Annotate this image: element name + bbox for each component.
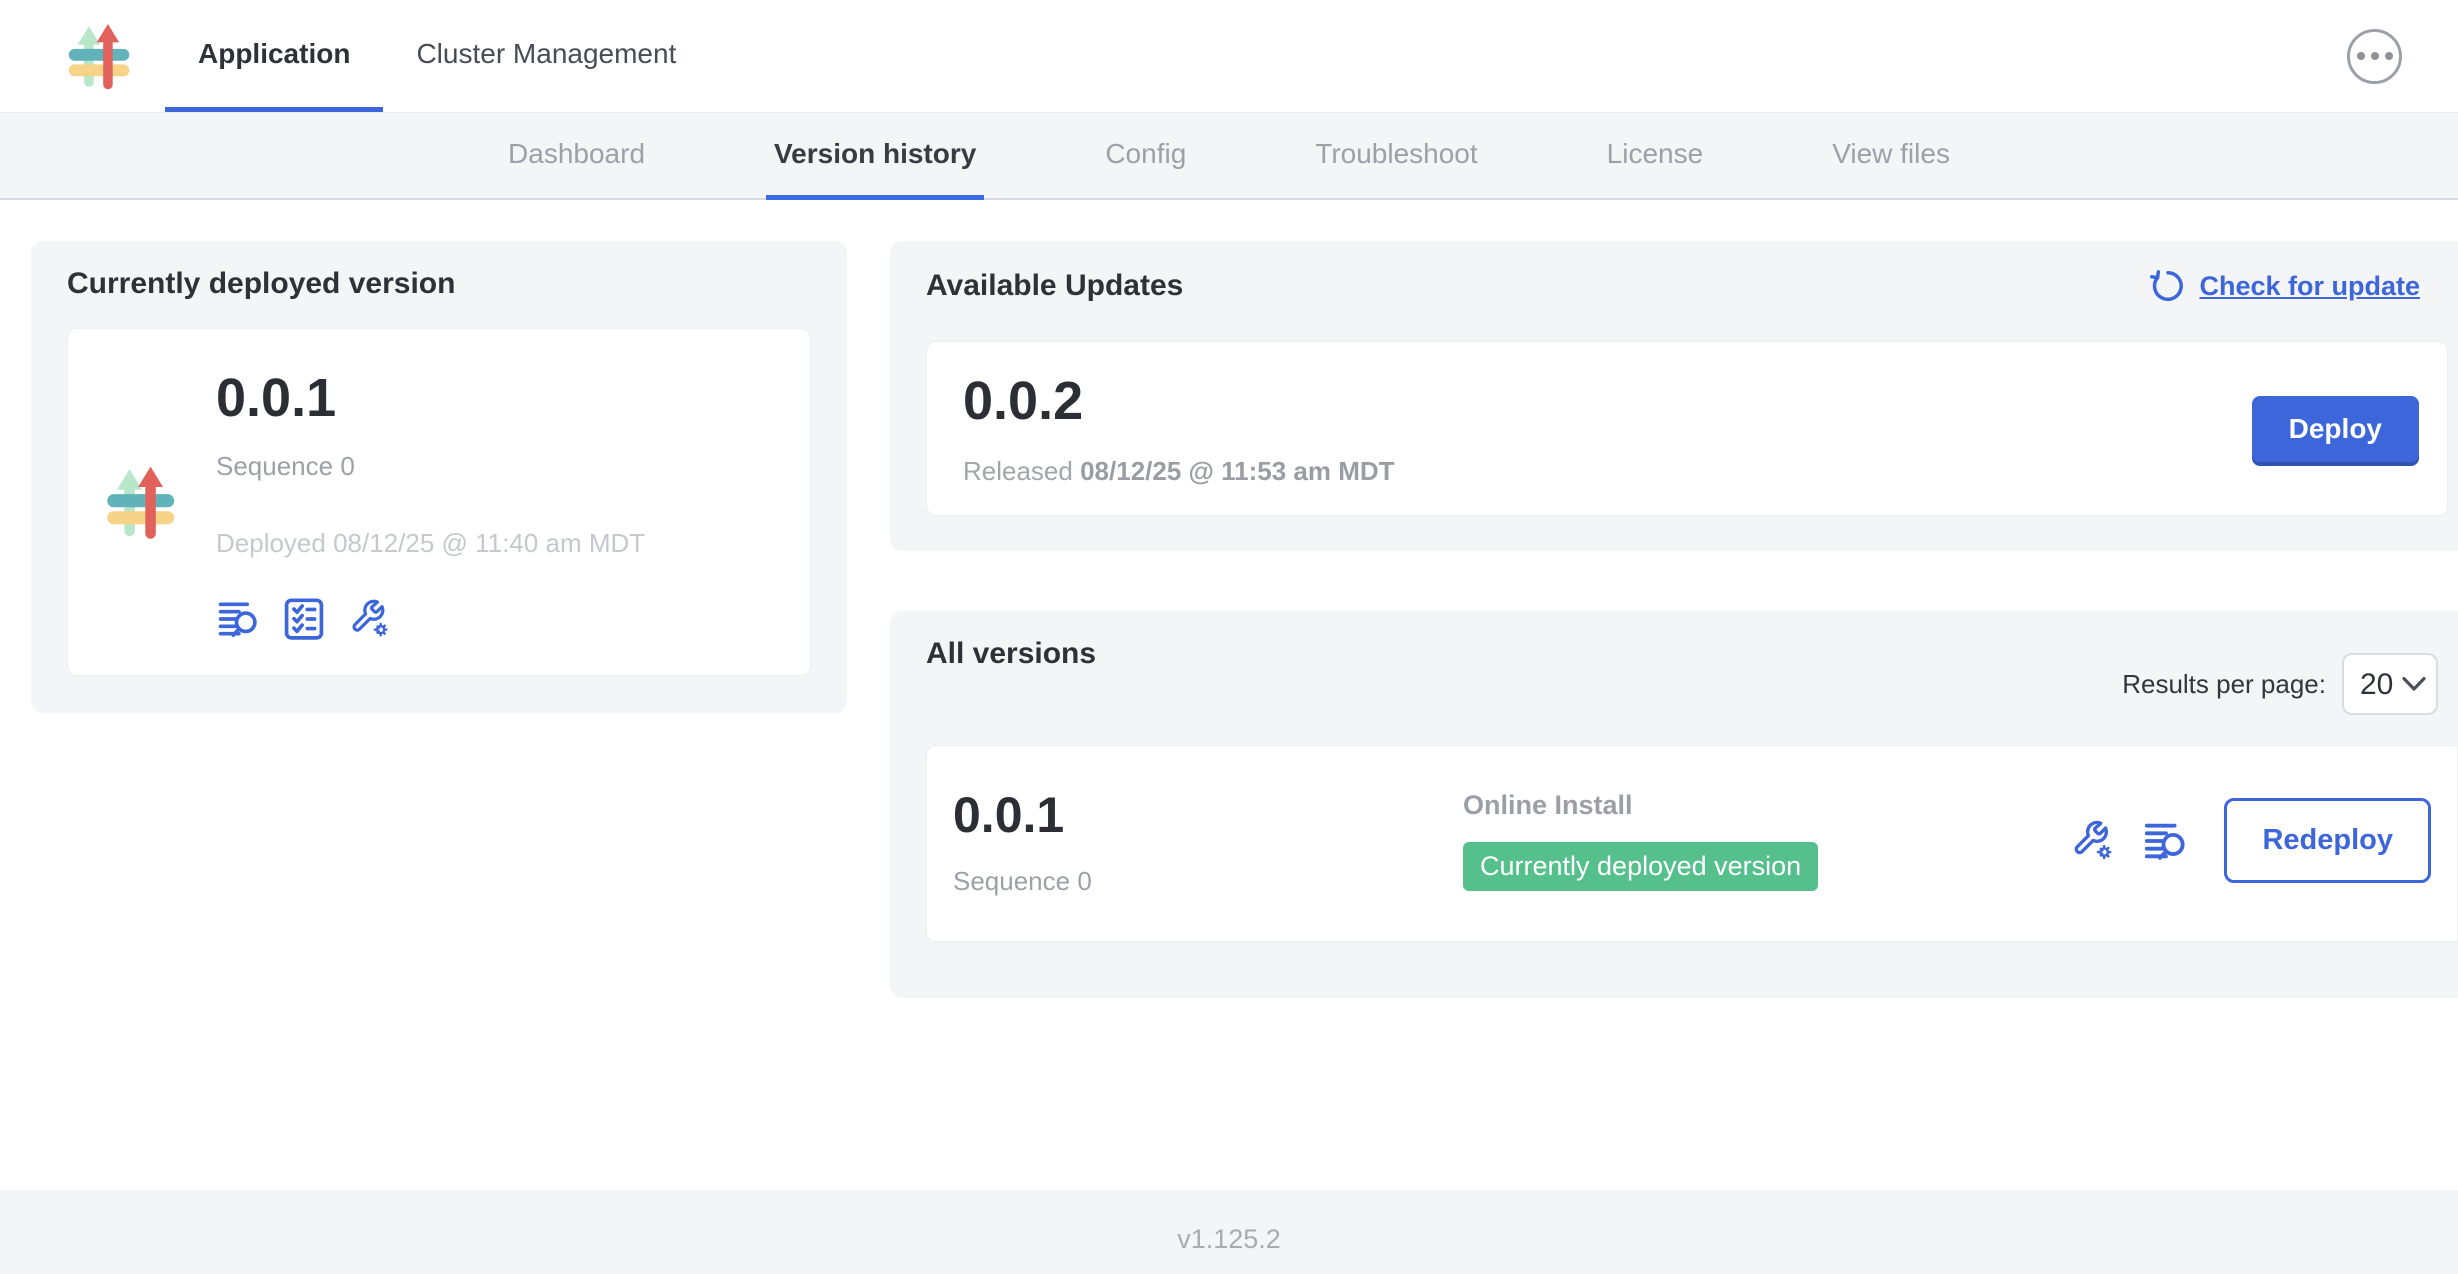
app-logo-icon bbox=[102, 363, 186, 641]
tab-version-history[interactable]: Version history bbox=[766, 113, 984, 200]
version-row-info: 0.0.1 Sequence 0 bbox=[953, 790, 1463, 897]
deploy-button[interactable]: Deploy bbox=[2252, 396, 2419, 462]
results-per-page-label: Results per page: bbox=[2122, 669, 2326, 700]
preflight-checks-icon[interactable] bbox=[282, 597, 326, 641]
check-for-update-label: Check for update bbox=[2199, 271, 2420, 302]
version-row-actions: Redeploy bbox=[2070, 798, 2431, 883]
version-row: 0.0.1 Sequence 0 Online Install Currentl… bbox=[926, 745, 2458, 942]
deployed-version-number: 0.0.1 bbox=[216, 367, 645, 429]
tab-view-files[interactable]: View files bbox=[1824, 113, 1958, 200]
ellipsis-icon bbox=[2385, 52, 2393, 60]
results-per-page: Results per page: 20 bbox=[2122, 653, 2448, 715]
topnav-tab-application[interactable]: Application bbox=[165, 0, 383, 112]
results-per-page-select[interactable]: 20 bbox=[2342, 653, 2438, 715]
tab-label: Troubleshoot bbox=[1315, 138, 1477, 170]
ellipsis-icon bbox=[2371, 52, 2379, 60]
tab-troubleshoot[interactable]: Troubleshoot bbox=[1307, 113, 1485, 200]
available-updates-header: Available Updates Check for update bbox=[926, 267, 2458, 305]
all-versions-header: All versions Results per page: 20 bbox=[926, 637, 2458, 715]
deployed-sequence: Sequence 0 bbox=[216, 451, 645, 482]
released-date: 08/12/25 @ 11:53 am MDT bbox=[1080, 456, 1394, 486]
release-notes-icon[interactable] bbox=[216, 597, 260, 641]
check-for-update-link[interactable]: Check for update bbox=[2149, 267, 2420, 305]
tab-label: Dashboard bbox=[508, 138, 645, 170]
top-nav: Application Cluster Management bbox=[0, 0, 2458, 113]
edit-config-icon[interactable] bbox=[348, 597, 392, 641]
currently-deployed-title: Currently deployed version bbox=[67, 267, 811, 301]
main-content: Currently deployed version 0.0.1 Sequenc… bbox=[0, 200, 2458, 1190]
app-logo-icon bbox=[64, 18, 140, 94]
more-options-button[interactable] bbox=[2347, 29, 2402, 84]
update-version-number: 0.0.2 bbox=[963, 370, 1395, 432]
tab-label: License bbox=[1607, 138, 1704, 170]
available-updates-title: Available Updates bbox=[926, 269, 1183, 303]
deployed-version-details: 0.0.1 Sequence 0 Deployed 08/12/25 @ 11:… bbox=[216, 363, 645, 641]
refresh-icon bbox=[2149, 267, 2187, 305]
right-column: Available Updates Check for update 0.0.2… bbox=[890, 241, 2458, 998]
topnav-tab-label: Cluster Management bbox=[416, 38, 676, 70]
tab-config[interactable]: Config bbox=[1097, 113, 1194, 200]
all-versions-card: All versions Results per page: 20 0.0 bbox=[890, 611, 2458, 998]
status-badge: Currently deployed version bbox=[1463, 842, 1818, 891]
currently-deployed-card: Currently deployed version 0.0.1 Sequenc… bbox=[31, 241, 847, 713]
tab-label: Config bbox=[1105, 138, 1186, 170]
available-updates-card: Available Updates Check for update 0.0.2… bbox=[890, 241, 2458, 551]
redeploy-button[interactable]: Redeploy bbox=[2224, 798, 2431, 883]
tab-label: View files bbox=[1832, 138, 1950, 170]
ellipsis-icon bbox=[2357, 52, 2365, 60]
currently-deployed-version-panel: 0.0.1 Sequence 0 Deployed 08/12/25 @ 11:… bbox=[67, 328, 811, 676]
page-footer: v1.125.2 bbox=[0, 1190, 2458, 1274]
tab-license[interactable]: License bbox=[1599, 113, 1712, 200]
console-version: v1.125.2 bbox=[1177, 1224, 1281, 1255]
admin-console-page: Application Cluster Management Dashboard… bbox=[0, 0, 2458, 1274]
tab-dashboard[interactable]: Dashboard bbox=[500, 113, 653, 200]
install-type-label: Online Install bbox=[1463, 790, 2070, 821]
update-details: 0.0.2 Released 08/12/25 @ 11:53 am MDT bbox=[963, 370, 1395, 487]
topnav-tab-label: Application bbox=[198, 38, 350, 70]
edit-config-icon[interactable] bbox=[2070, 818, 2116, 864]
version-row-status: Online Install Currently deployed versio… bbox=[1463, 790, 2070, 891]
topnav-tab-cluster-management[interactable]: Cluster Management bbox=[383, 0, 709, 112]
app-sub-nav: Dashboard Version history Config Trouble… bbox=[0, 113, 2458, 200]
results-per-page-select-wrap: 20 bbox=[2342, 653, 2438, 715]
tab-label: Version history bbox=[774, 138, 976, 170]
deployed-timestamp: Deployed 08/12/25 @ 11:40 am MDT bbox=[216, 528, 645, 559]
release-notes-icon[interactable] bbox=[2142, 818, 2188, 864]
available-update-row: 0.0.2 Released 08/12/25 @ 11:53 am MDT D… bbox=[926, 341, 2448, 516]
released-prefix: Released bbox=[963, 456, 1073, 486]
deployed-version-actions bbox=[216, 597, 645, 641]
row-sequence: Sequence 0 bbox=[953, 866, 1463, 897]
update-released-timestamp: Released 08/12/25 @ 11:53 am MDT bbox=[963, 456, 1395, 487]
row-version-number: 0.0.1 bbox=[953, 790, 1463, 840]
all-versions-title: All versions bbox=[926, 637, 1096, 671]
